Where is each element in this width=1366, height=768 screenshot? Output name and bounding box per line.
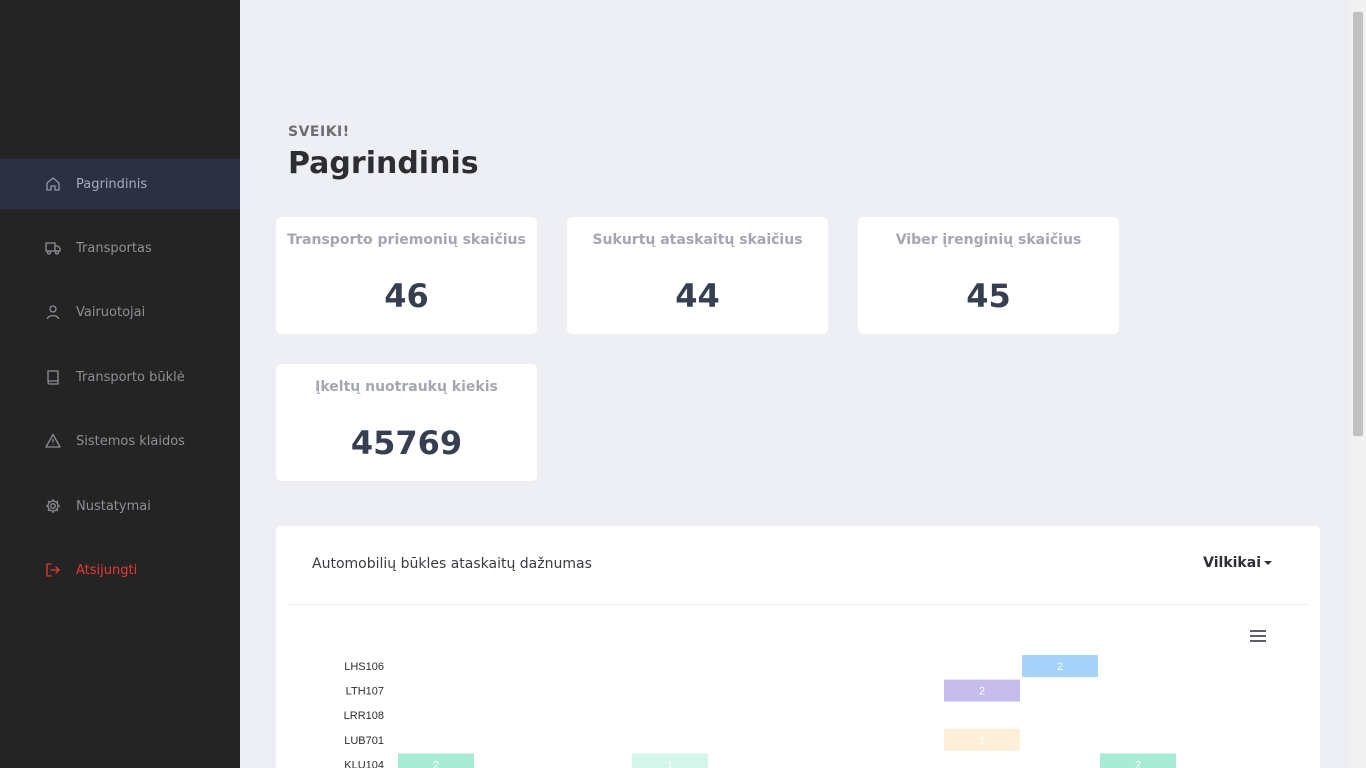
sidebar-item-label: Pagrindinis [76,176,148,192]
heatmap-cell-label: 1 [979,735,985,747]
report-heatmap: LHS106 LTH107 LRR108 LUB701 KLU104 2 2 1 2 1 2 [344,655,1176,768]
heatmap-cell-label: 1 [667,759,673,768]
logout-icon [45,562,61,578]
row-tick-label: LTH107 [346,686,384,698]
heatmap-cell-label: 2 [979,686,985,698]
sidebar-item-label: Nustatymai [76,498,151,514]
stat-card-reports: Sukurtų ataskaitų skaičius 44 [567,217,828,334]
sidebar-item-pagrindinis[interactable]: Pagrindinis [0,159,240,209]
stat-card-photos: Įkeltų nuotraukų kiekis 45769 [276,364,537,481]
sidebar-item-label: Transporto būklė [76,369,185,385]
warning-icon [45,433,61,449]
stat-value: 45 [966,277,1011,315]
stat-label: Viber įrenginių skaičius [895,232,1082,248]
sidebar-item-nustatymai[interactable]: Nustatymai [0,481,240,531]
sidebar-item-transportas[interactable]: Transportas [0,223,240,273]
sidebar-item-atsijungti[interactable]: Atsijungti [0,545,240,595]
truck-icon [45,240,61,256]
row-tick-label: LRR108 [344,710,384,722]
stat-label: Sukurtų ataskaitų skaičius [592,232,803,248]
stat-label: Įkeltų nuotraukų kiekis [315,379,498,395]
greeting: SVEIKI! [288,124,350,140]
heatmap-cell-label: 2 [1135,759,1141,768]
stat-value: 45769 [350,424,463,462]
report-frequency-card: Automobilių būkles ataskaitų dažnumas Vi… [276,526,1320,768]
sidebar-item-label: Vairuotojai [76,304,146,320]
heatmap-cell-label: 2 [433,759,439,768]
row-tick-label: KLU104 [344,759,384,768]
row-tick-label: LUB701 [344,735,384,747]
scrollbar[interactable] [1350,0,1366,768]
sidebar-item-label: Transportas [76,240,152,256]
sidebar-item-label: Sistemos klaidos [76,433,185,449]
stat-value: 46 [384,277,429,315]
sidebar-item-transporto-bukle[interactable]: Transporto būklė [0,352,240,402]
stat-label: Transporto priemonių skaičius [287,232,526,248]
scrollbar-thumb[interactable] [1353,12,1363,436]
page-title: Pagrindinis [288,146,479,181]
stat-card-vehicles: Transporto priemonių skaičius 46 [276,217,537,334]
book-icon [45,369,61,385]
gear-icon [45,498,61,514]
home-icon [45,176,61,192]
heatmap-cell-label: 2 [1057,661,1063,673]
stat-value: 44 [675,277,720,315]
user-icon [45,304,61,320]
sidebar-item-sistemos-klaidos[interactable]: Sistemos klaidos [0,416,240,466]
sidebar-item-vairuotojai[interactable]: Vairuotojai [0,287,240,337]
row-tick-label: LHS106 [344,661,384,673]
stat-card-viber-devices: Viber įrenginių skaičius 45 [858,217,1119,334]
sidebar: Pagrindinis Transportas Vairuotojai Tran… [0,0,240,768]
sidebar-item-label: Atsijungti [76,562,138,578]
